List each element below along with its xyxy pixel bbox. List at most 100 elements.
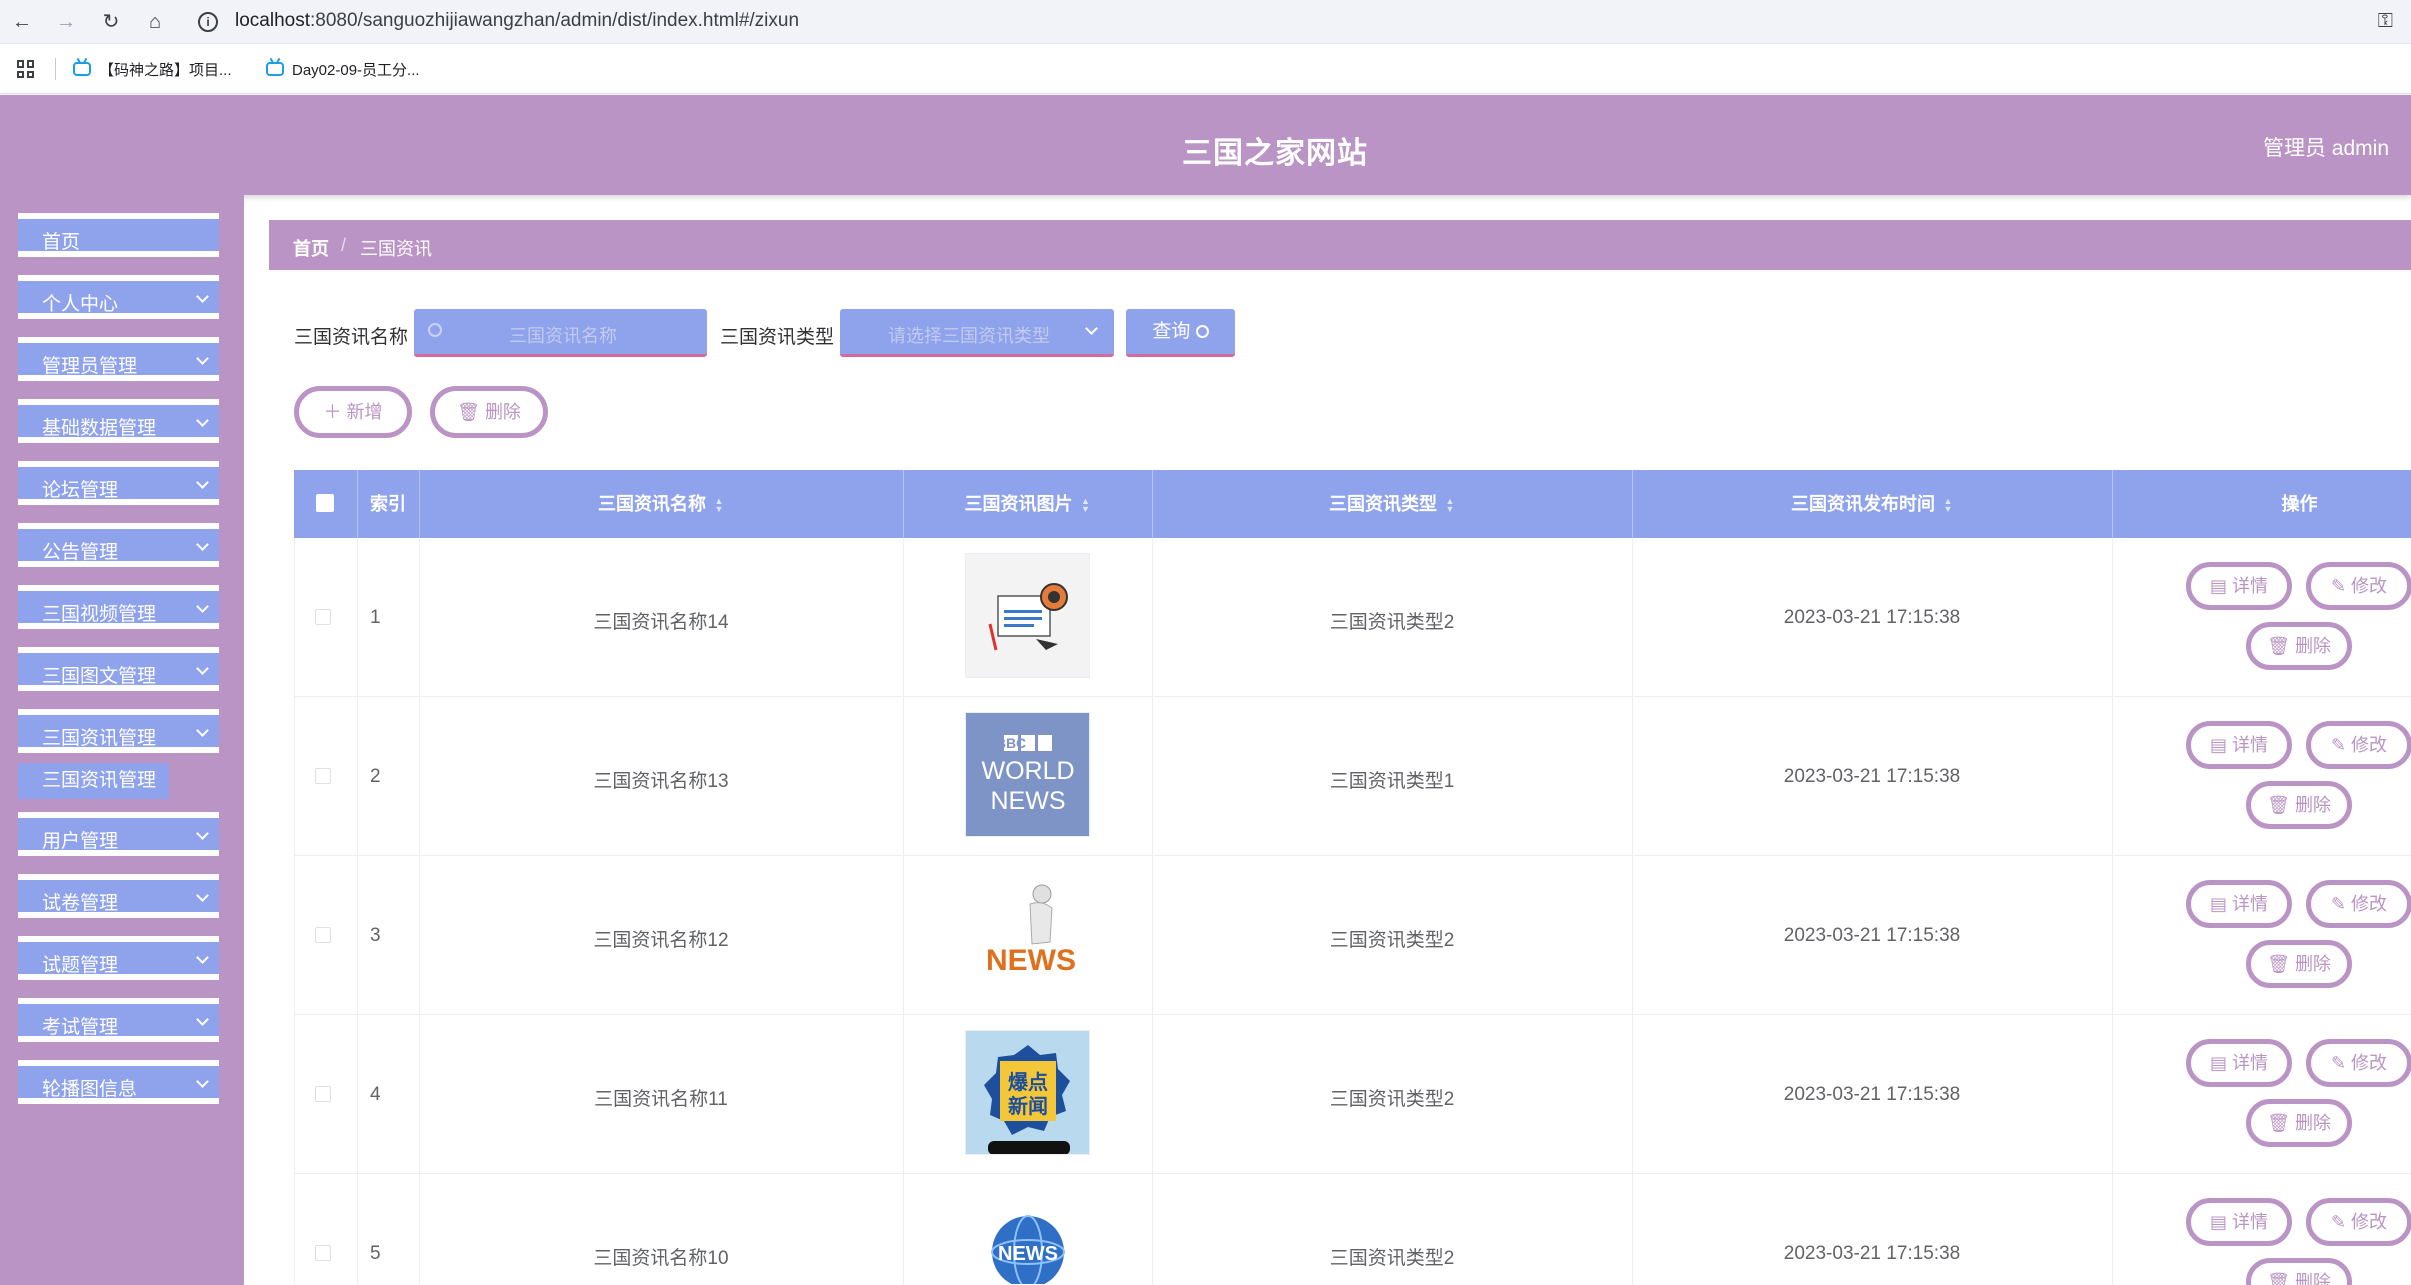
document-icon: ▤ (2209, 1053, 2227, 1073)
search-icon (1195, 325, 1209, 339)
news-globe-icon: NEWS (965, 1189, 1090, 1285)
edit-icon: ✎ (2330, 735, 2347, 755)
query-button[interactable]: 查询 (1126, 309, 1235, 357)
column-header-name[interactable]: 三国资讯名称 ▲ ▼ (419, 470, 903, 538)
trash-icon: 🗑 (2267, 1272, 2290, 1285)
delete-button[interactable]: 🗑 删除 (2246, 622, 2352, 670)
row-divider (294, 1173, 2411, 1174)
row-time: 2023-03-21 17:15:38 (1783, 607, 1961, 628)
row-index: 3 (370, 925, 381, 946)
edit-button[interactable]: ✎ 修改 (2306, 1198, 2411, 1246)
sort-icon[interactable]: ▲ ▼ (1943, 497, 1953, 514)
sidebar-item-article[interactable]: 三国图文管理 (18, 647, 219, 691)
key-icon[interactable]: ⚿ (2378, 10, 2393, 33)
sidebar-item-profile[interactable]: 个人中心 (18, 275, 219, 319)
delete-button[interactable]: 🗑 删除 (2246, 940, 2352, 988)
select-all-checkbox[interactable] (316, 494, 334, 512)
detail-button[interactable]: ▤ 详情 (2186, 1039, 2292, 1087)
edit-icon: ✎ (2330, 576, 2347, 596)
bilibili-icon (73, 62, 91, 76)
row-checkbox[interactable] (315, 768, 331, 784)
reload-icon[interactable]: ↻ (97, 8, 125, 36)
chevron-down-icon (196, 662, 209, 675)
news-word: NEWS (986, 944, 1076, 977)
plus-icon: ＋ (323, 402, 342, 422)
bookmark-item[interactable]: Day02-09-员工分... (266, 58, 420, 80)
sidebar-item-papers[interactable]: 试卷管理 (18, 874, 219, 918)
chevron-down-icon (196, 290, 209, 303)
bookmark-item[interactable]: 【码神之路】项目... (73, 58, 232, 80)
breadcrumb-home[interactable]: 首页 (293, 235, 329, 261)
forward-arrow-icon[interactable]: → (52, 8, 80, 36)
sidebar-item-questions[interactable]: 试题管理 (18, 936, 219, 980)
address-bar[interactable]: localhost:8080/sanguozhijiawangzhan/admi… (235, 10, 799, 32)
sidebar-item-carousel[interactable]: 轮播图信息 (18, 1060, 219, 1104)
back-arrow-icon[interactable]: ← (8, 8, 36, 36)
sort-icon[interactable]: ▲ ▼ (1445, 497, 1455, 514)
sidebar-item-users[interactable]: 用户管理 (18, 812, 219, 856)
edit-button[interactable]: ✎ 修改 (2306, 721, 2411, 769)
delete-button[interactable]: 🗑 删除 (2246, 1099, 2352, 1147)
row-name: 三国资讯名称12 (593, 930, 729, 951)
edit-icon: ✎ (2330, 894, 2347, 914)
row-type: 三国资讯类型2 (1329, 1089, 1455, 1110)
sidebar-item-exams[interactable]: 考试管理 (18, 998, 219, 1042)
news-paper-icon (965, 553, 1090, 678)
type-select[interactable]: 请选择三国资讯类型 (840, 309, 1114, 357)
row-index: 2 (370, 766, 381, 787)
delete-button[interactable]: 🗑 删除 (2246, 781, 2352, 829)
chevron-down-icon (196, 352, 209, 365)
name-search-input[interactable]: 三国资讯名称 (414, 309, 707, 357)
sidebar-item-forum[interactable]: 论坛管理 (18, 461, 219, 505)
sidebar-item-base-data[interactable]: 基础数据管理 (18, 399, 219, 443)
sidebar-item-news[interactable]: 三国资讯管理 (18, 709, 219, 753)
row-checkbox[interactable] (315, 609, 331, 625)
breaking-news-badge: 爆点 新闻 (965, 1030, 1090, 1155)
row-index: 4 (370, 1084, 381, 1105)
row-index: 1 (370, 607, 381, 628)
sidebar-subitem-news-manage[interactable]: 三国资讯管理 (18, 763, 169, 799)
sidebar-item-admin[interactable]: 管理员管理 (18, 337, 219, 381)
type-filter-label: 三国资讯类型 (720, 327, 835, 348)
row-divider (294, 696, 2411, 697)
site-info-icon[interactable]: i (198, 12, 218, 32)
row-checkbox[interactable] (315, 1245, 331, 1261)
column-header-image[interactable]: 三国资讯图片 ▲ ▼ (903, 470, 1152, 538)
column-header-time[interactable]: 三国资讯发布时间 ▲ ▼ (1632, 470, 2112, 538)
detail-button[interactable]: ▤ 详情 (2186, 721, 2292, 769)
row-checkbox[interactable] (315, 1086, 331, 1102)
delete-button[interactable]: 🗑 删除 (2246, 1258, 2352, 1285)
breadcrumb-separator: / (341, 235, 347, 255)
edit-button[interactable]: ✎ 修改 (2306, 1039, 2411, 1087)
row-divider (294, 855, 2411, 856)
bbc-b1: BBC (996, 735, 1026, 751)
breadcrumb-current: 三国资讯 (360, 239, 432, 259)
row-checkbox[interactable] (315, 927, 331, 943)
sort-icon[interactable]: ▲ ▼ (1081, 497, 1091, 514)
search-icon (428, 323, 442, 337)
badge-line2: 新闻 (1008, 1094, 1048, 1118)
chevron-down-icon (196, 1075, 209, 1088)
edit-button[interactable]: ✎ 修改 (2306, 562, 2411, 610)
sort-icon[interactable]: ▲ ▼ (714, 497, 724, 514)
edit-button[interactable]: ✎ 修改 (2306, 880, 2411, 928)
bulk-delete-button[interactable]: 🗑 删除 (430, 386, 548, 438)
chevron-down-icon (196, 951, 209, 964)
detail-button[interactable]: ▤ 详情 (2186, 880, 2292, 928)
apps-grid-icon[interactable] (17, 60, 35, 78)
user-label[interactable]: 管理员 admin (2263, 132, 2389, 162)
chevron-down-icon (196, 414, 209, 427)
name-filter-label: 三国资讯名称 (294, 327, 409, 348)
row-type: 三国资讯类型2 (1329, 930, 1455, 951)
detail-button[interactable]: ▤ 详情 (2186, 1198, 2292, 1246)
trash-icon: 🗑 (2267, 795, 2290, 815)
detail-button[interactable]: ▤ 详情 (2186, 562, 2292, 610)
add-button[interactable]: ＋ 新增 (294, 386, 412, 438)
home-icon[interactable]: ⌂ (141, 8, 169, 36)
sidebar-item-notice[interactable]: 公告管理 (18, 523, 219, 567)
sidebar-item-home[interactable]: 首页 (18, 213, 219, 257)
sidebar-item-video[interactable]: 三国视频管理 (18, 585, 219, 629)
chevron-down-icon (196, 600, 209, 613)
badge-line1: 爆点 (1008, 1070, 1048, 1094)
column-header-type[interactable]: 三国资讯类型 ▲ ▼ (1152, 470, 1632, 538)
